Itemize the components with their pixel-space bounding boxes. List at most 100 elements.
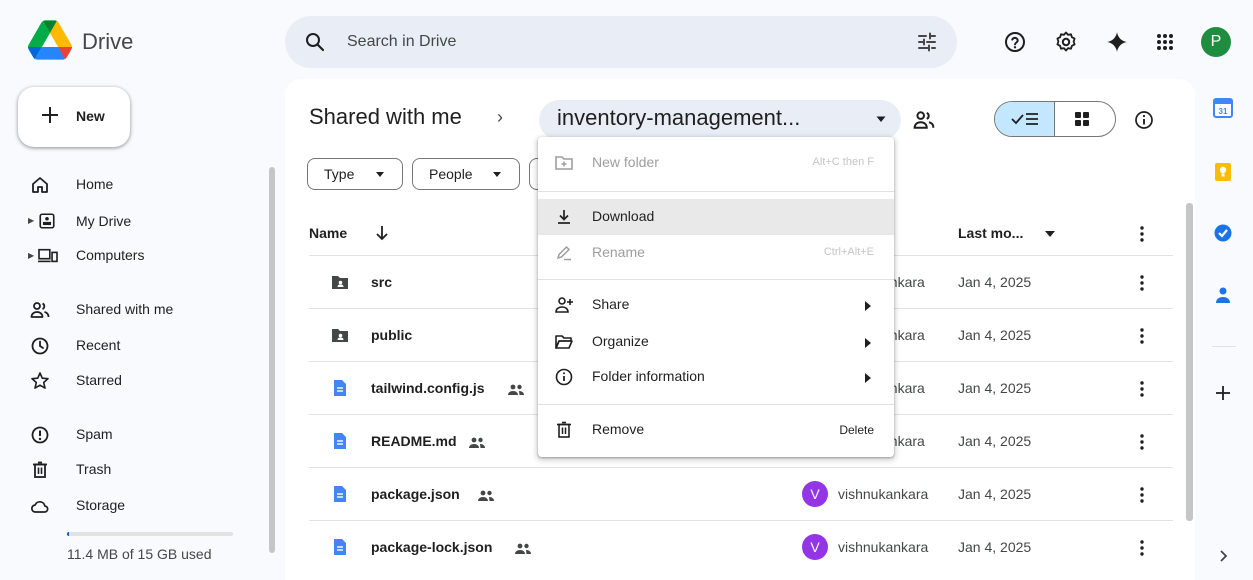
- sort-arrow-down-icon[interactable]: [374, 224, 390, 242]
- menu-item-shortcut: Delete: [839, 423, 874, 437]
- search-options-icon[interactable]: [915, 30, 939, 54]
- more-options-icon[interactable]: [1140, 487, 1144, 503]
- shared-people-icon[interactable]: [913, 109, 935, 131]
- submenu-arrow-icon: [865, 301, 871, 311]
- caret-down-icon[interactable]: [1045, 231, 1055, 238]
- last-modified-date: Jan 4, 2025: [958, 539, 1032, 555]
- more-options-icon[interactable]: [1140, 540, 1144, 556]
- menu-item-organize[interactable]: Organize: [538, 324, 894, 360]
- file-name[interactable]: README.md: [371, 433, 457, 449]
- menu-item-label: Organize: [592, 333, 649, 349]
- caret-down-icon: [493, 172, 501, 177]
- more-options-icon[interactable]: [1140, 226, 1144, 242]
- table-row[interactable]: package-lock.json V vishnukankara Jan 4,…: [285, 521, 1195, 573]
- last-modified-date: Jan 4, 2025: [958, 433, 1032, 449]
- menu-divider: [538, 279, 894, 280]
- menu-item-label: Folder information: [592, 368, 705, 384]
- user-avatar[interactable]: P: [1201, 27, 1231, 57]
- add-plus-icon[interactable]: [1212, 382, 1234, 404]
- plus-icon: [42, 107, 58, 123]
- caret-down-icon: [376, 172, 384, 177]
- view-toggle: [994, 101, 1116, 137]
- storage-usage-bar: [67, 532, 233, 536]
- owner-avatar: V: [802, 534, 828, 560]
- sidebar-item-starred[interactable]: Starred: [76, 372, 122, 388]
- main-scrollbar[interactable]: [1186, 203, 1193, 521]
- apps-grid-icon[interactable]: [1153, 30, 1177, 54]
- home-icon: [32, 177, 48, 193]
- sidebar-item-home[interactable]: Home: [76, 176, 113, 192]
- filter-chip-type[interactable]: Type: [307, 158, 403, 190]
- sidebar-item-spam[interactable]: Spam: [76, 426, 113, 442]
- last-modified-date: Jan 4, 2025: [958, 486, 1032, 502]
- sidebar-item-storage[interactable]: Storage: [76, 497, 125, 513]
- file-name[interactable]: public: [371, 327, 412, 343]
- drive-logo-icon[interactable]: [28, 20, 72, 60]
- file-name[interactable]: package-lock.json: [371, 539, 492, 555]
- file-name[interactable]: package.json: [371, 486, 460, 502]
- breadcrumb-shared-with-me[interactable]: Shared with me: [309, 104, 462, 130]
- more-options-icon[interactable]: [1140, 328, 1144, 344]
- chevron-right-icon[interactable]: [1218, 549, 1228, 563]
- breadcrumb-current-folder[interactable]: inventory-management...: [539, 100, 901, 140]
- expand-arrow-icon[interactable]: ▶: [28, 251, 34, 260]
- menu-item-folder-information[interactable]: Folder information: [538, 359, 894, 395]
- info-icon[interactable]: [1134, 110, 1154, 130]
- menu-divider: [538, 404, 894, 405]
- cloud-icon: [31, 500, 49, 513]
- filter-chip-label: Type: [324, 166, 355, 182]
- sidebar-item-my-drive[interactable]: My Drive: [76, 213, 131, 229]
- help-icon[interactable]: [1003, 30, 1027, 54]
- search-input[interactable]: Search in Drive: [347, 33, 456, 51]
- more-options-icon[interactable]: [1140, 381, 1144, 397]
- file-name[interactable]: src: [371, 274, 392, 290]
- menu-item-download[interactable]: Download: [538, 199, 894, 235]
- keep-notes-icon[interactable]: [1212, 161, 1234, 183]
- grid-view-icon[interactable]: [1073, 110, 1091, 128]
- expand-arrow-icon[interactable]: ▶: [28, 216, 34, 225]
- rename-pencil-icon: [556, 245, 571, 261]
- menu-divider: [538, 191, 894, 192]
- submenu-arrow-icon: [865, 373, 871, 383]
- sidebar-item-shared-with-me[interactable]: Shared with me: [76, 301, 173, 317]
- svg-text:31: 31: [1219, 107, 1228, 116]
- gemini-sparkle-icon[interactable]: [1105, 30, 1129, 54]
- calendar-icon[interactable]: 31: [1212, 97, 1234, 119]
- list-view-button[interactable]: [995, 102, 1055, 136]
- current-folder-name: inventory-management...: [557, 105, 801, 130]
- column-header-name[interactable]: Name: [309, 225, 347, 241]
- table-row[interactable]: package.json V vishnukankara Jan 4, 2025: [285, 468, 1195, 520]
- google-doc-icon: [334, 539, 346, 555]
- menu-item-share[interactable]: Share: [538, 287, 894, 323]
- new-button[interactable]: New: [18, 87, 130, 147]
- contacts-icon[interactable]: [1212, 284, 1234, 306]
- new-folder-icon: [555, 156, 573, 170]
- settings-gear-icon[interactable]: [1054, 30, 1078, 54]
- menu-item-remove[interactable]: Remove Delete: [538, 412, 894, 448]
- tasks-icon[interactable]: [1212, 222, 1234, 244]
- column-header-last-modified[interactable]: Last mo...: [958, 225, 1023, 241]
- file-name[interactable]: tailwind.config.js: [371, 380, 485, 396]
- clock-icon: [31, 337, 49, 355]
- search-bar[interactable]: Search in Drive: [285, 16, 957, 68]
- breadcrumb-separator: ›: [497, 107, 503, 127]
- sidebar-item-trash[interactable]: Trash: [76, 461, 111, 477]
- owner-name: vishnukankara: [838, 486, 929, 502]
- spam-report-icon: [31, 426, 49, 444]
- caret-down-icon: [876, 116, 886, 122]
- menu-item-label: Remove: [592, 421, 645, 437]
- folder-open-icon: [555, 335, 573, 349]
- search-icon[interactable]: [303, 30, 327, 54]
- sidebar-item-computers[interactable]: Computers: [76, 247, 144, 263]
- menu-item-new-folder[interactable]: New folder Alt+C then F: [538, 145, 894, 181]
- more-options-icon[interactable]: [1140, 275, 1144, 291]
- sidebar-scrollbar[interactable]: [269, 167, 275, 553]
- more-options-icon[interactable]: [1140, 434, 1144, 450]
- rail-divider: [1212, 346, 1236, 347]
- filter-chip-people[interactable]: People: [412, 158, 520, 190]
- sidebar-item-recent[interactable]: Recent: [76, 337, 120, 353]
- menu-item-rename[interactable]: Rename Ctrl+Alt+E: [538, 235, 894, 271]
- shared-people-icon: [515, 543, 531, 554]
- storage-usage-fill: [67, 532, 69, 536]
- check-list-icon: [1011, 113, 1038, 125]
